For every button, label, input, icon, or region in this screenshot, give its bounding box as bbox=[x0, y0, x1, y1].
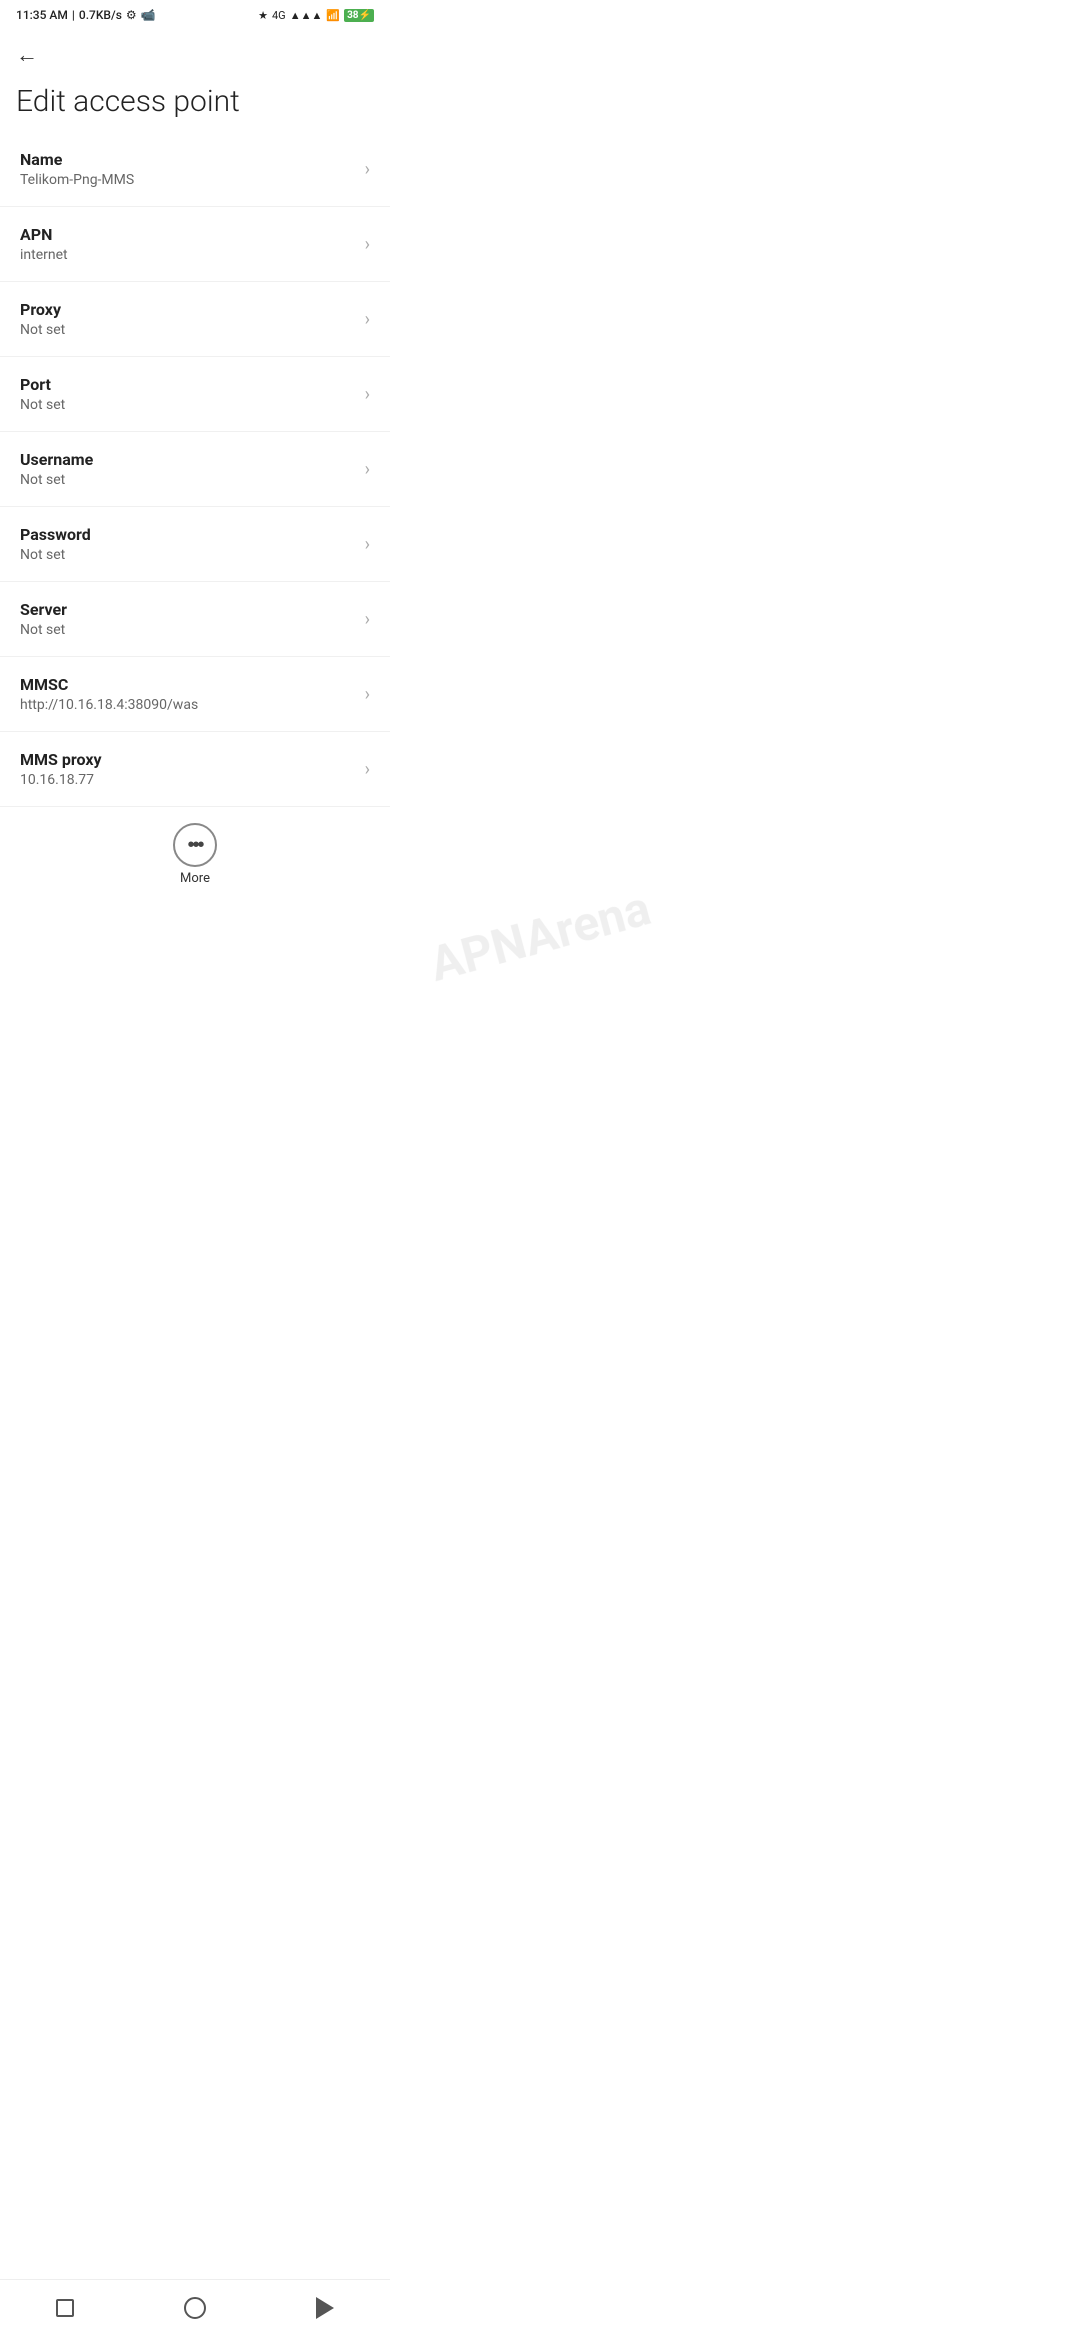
settings-list: Name Telikom-Png-MMS › APN internet › Pr… bbox=[0, 132, 390, 807]
chevron-right-icon: › bbox=[365, 309, 370, 330]
bluetooth-icon: ★ bbox=[258, 9, 268, 22]
chevron-right-icon: › bbox=[365, 159, 370, 180]
network-type-icon: 4G bbox=[272, 9, 286, 22]
nav-bar bbox=[0, 2279, 390, 2340]
item-server-label: Server bbox=[20, 600, 67, 619]
chevron-right-icon: › bbox=[365, 609, 370, 630]
nav-circle-icon bbox=[184, 2297, 206, 2319]
nav-recents-button[interactable] bbox=[41, 2292, 89, 2324]
status-left: 11:35 AM | 0.7KB/s ⚙ 📹 bbox=[16, 8, 156, 22]
item-mms-proxy-value: 10.16.18.77 bbox=[20, 772, 102, 788]
item-name-value: Telikom-Png-MMS bbox=[20, 172, 134, 188]
chevron-right-icon: › bbox=[365, 459, 370, 480]
item-password-label: Password bbox=[20, 525, 91, 544]
item-port-label: Port bbox=[20, 375, 65, 394]
chevron-right-icon: › bbox=[365, 684, 370, 705]
more-label: More bbox=[180, 871, 210, 886]
more-button[interactable]: ••• bbox=[173, 823, 217, 867]
page-title: Edit access point bbox=[16, 84, 374, 120]
battery-icon: 38 ⚡ bbox=[344, 9, 374, 22]
nav-square-icon bbox=[56, 2299, 74, 2317]
item-port-text: Port Not set bbox=[20, 375, 65, 413]
time-display: 11:35 AM bbox=[16, 8, 68, 22]
item-name-label: Name bbox=[20, 150, 134, 169]
video-icon: 📹 bbox=[141, 8, 156, 22]
more-container: ••• More bbox=[0, 807, 390, 898]
signal-bars-icon: ▲▲▲ bbox=[290, 9, 323, 22]
chevron-right-icon: › bbox=[365, 234, 370, 255]
status-bar: 11:35 AM | 0.7KB/s ⚙ 📹 ★ 4G ▲▲▲ 📶 38 ⚡ bbox=[0, 0, 390, 26]
watermark: APNArena bbox=[424, 879, 656, 992]
settings-item-proxy[interactable]: Proxy Not set › bbox=[0, 282, 390, 357]
item-username-label: Username bbox=[20, 450, 93, 469]
separator: | bbox=[72, 8, 75, 22]
settings-item-username[interactable]: Username Not set › bbox=[0, 432, 390, 507]
settings-item-port[interactable]: Port Not set › bbox=[0, 357, 390, 432]
item-proxy-label: Proxy bbox=[20, 300, 65, 319]
more-dots-icon: ••• bbox=[187, 835, 202, 855]
item-apn-label: APN bbox=[20, 225, 68, 244]
settings-item-name[interactable]: Name Telikom-Png-MMS › bbox=[0, 132, 390, 207]
settings-item-apn[interactable]: APN internet › bbox=[0, 207, 390, 282]
item-password-text: Password Not set bbox=[20, 525, 91, 563]
chevron-right-icon: › bbox=[365, 759, 370, 780]
item-mmsc-text: MMSC http://10.16.18.4:38090/was bbox=[20, 675, 198, 713]
nav-home-button[interactable] bbox=[171, 2292, 219, 2324]
item-proxy-value: Not set bbox=[20, 322, 65, 338]
network-speed: 0.7KB/s bbox=[79, 8, 122, 22]
settings-item-mms-proxy[interactable]: MMS proxy 10.16.18.77 › bbox=[0, 732, 390, 807]
main-content: Name Telikom-Png-MMS › APN internet › Pr… bbox=[0, 132, 390, 1018]
item-password-value: Not set bbox=[20, 547, 91, 563]
wifi-icon: 📶 bbox=[326, 9, 340, 22]
item-server-value: Not set bbox=[20, 622, 67, 638]
item-apn-text: APN internet bbox=[20, 225, 68, 263]
nav-triangle-icon bbox=[316, 2297, 334, 2319]
item-username-text: Username Not set bbox=[20, 450, 93, 488]
item-apn-value: internet bbox=[20, 247, 68, 263]
item-username-value: Not set bbox=[20, 472, 93, 488]
item-mmsc-value: http://10.16.18.4:38090/was bbox=[20, 697, 198, 713]
settings-item-server[interactable]: Server Not set › bbox=[0, 582, 390, 657]
item-mms-proxy-label: MMS proxy bbox=[20, 750, 102, 769]
item-server-text: Server Not set bbox=[20, 600, 67, 638]
header: ← Edit access point bbox=[0, 26, 390, 132]
item-proxy-text: Proxy Not set bbox=[20, 300, 65, 338]
item-name-text: Name Telikom-Png-MMS bbox=[20, 150, 134, 188]
chevron-right-icon: › bbox=[365, 384, 370, 405]
settings-item-password[interactable]: Password Not set › bbox=[0, 507, 390, 582]
settings-item-mmsc[interactable]: MMSC http://10.16.18.4:38090/was › bbox=[0, 657, 390, 732]
item-port-value: Not set bbox=[20, 397, 65, 413]
status-right: ★ 4G ▲▲▲ 📶 38 ⚡ bbox=[258, 9, 374, 22]
back-button[interactable]: ← bbox=[16, 38, 38, 72]
back-arrow-icon: ← bbox=[16, 42, 38, 68]
settings-icon: ⚙ bbox=[126, 8, 137, 22]
item-mms-proxy-text: MMS proxy 10.16.18.77 bbox=[20, 750, 102, 788]
chevron-right-icon: › bbox=[365, 534, 370, 555]
nav-back-button[interactable] bbox=[301, 2292, 349, 2324]
item-mmsc-label: MMSC bbox=[20, 675, 198, 694]
